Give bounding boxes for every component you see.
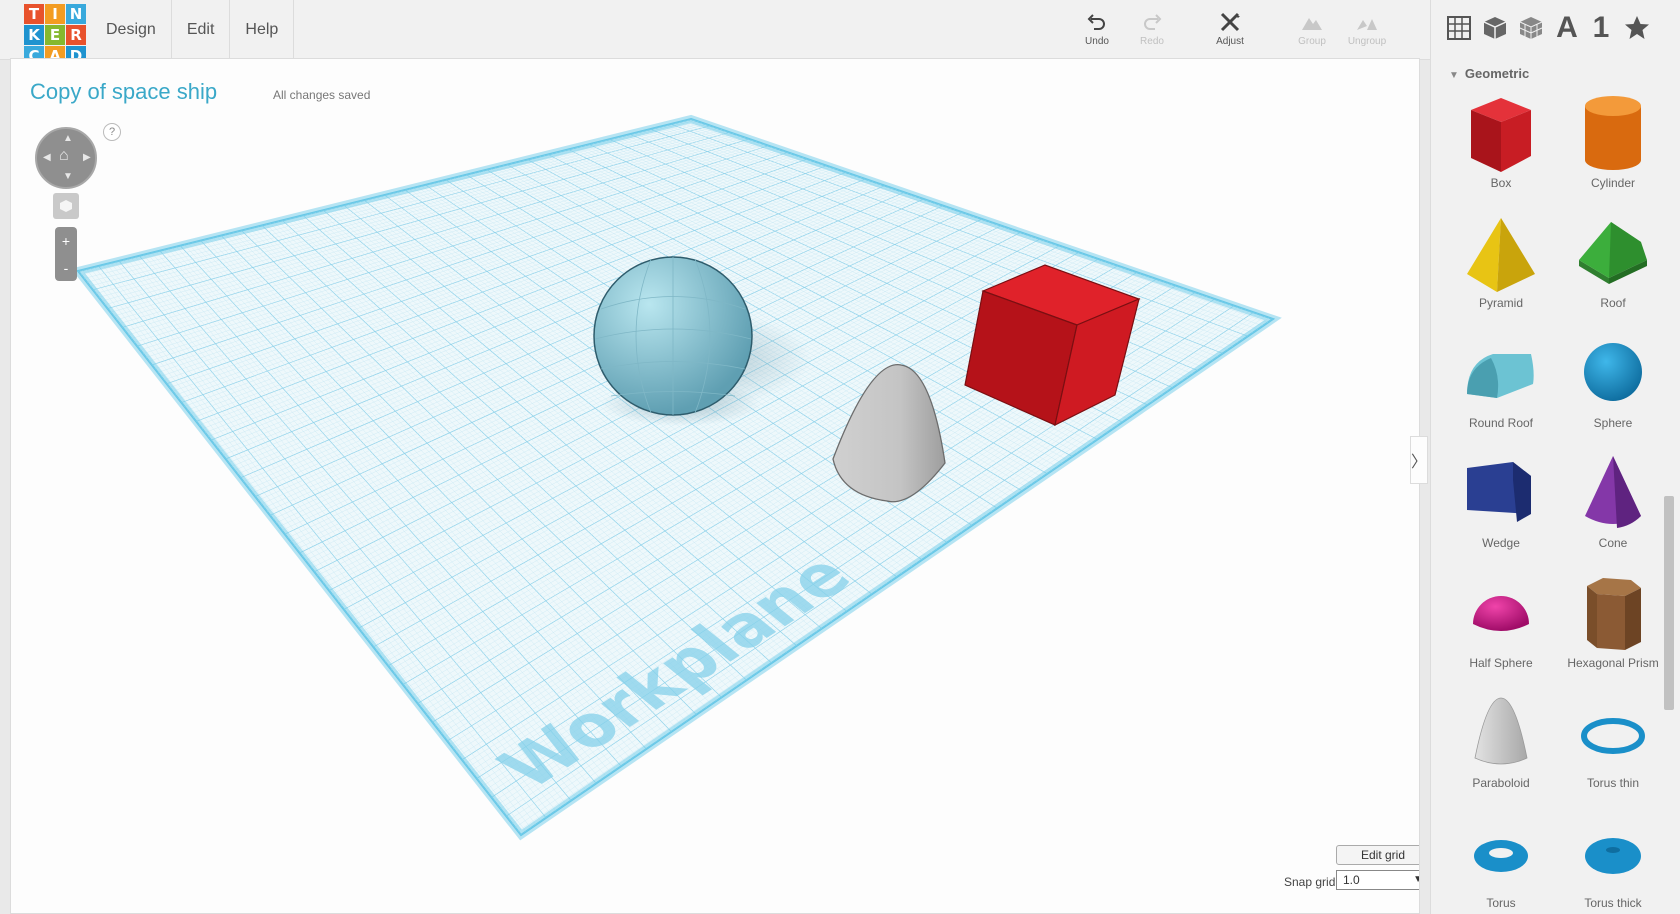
ungroup-label: Ungroup xyxy=(1347,36,1387,47)
redo-label: Redo xyxy=(1140,36,1164,47)
panel-scrollbar[interactable] xyxy=(1664,496,1674,710)
sphere-icon xyxy=(1584,343,1642,401)
logo-letter: R xyxy=(66,25,86,45)
shape-pyramid[interactable]: Pyramid xyxy=(1446,212,1556,324)
undo-button[interactable]: Undo xyxy=(1067,10,1127,50)
shape-cone[interactable]: Cone xyxy=(1558,452,1668,564)
redo-icon xyxy=(1144,14,1162,30)
view-mode-bar: A 1 xyxy=(1430,0,1680,58)
shape-roof[interactable]: Roof xyxy=(1558,212,1668,324)
wedge-icon xyxy=(1467,462,1531,522)
shape-round-roof[interactable]: Round Roof xyxy=(1446,332,1556,444)
grid-icon xyxy=(1447,16,1471,40)
logo-letter: N xyxy=(66,4,86,24)
category-label: Geometric xyxy=(1464,66,1530,81)
edit-grid-button[interactable]: Edit grid xyxy=(1336,845,1419,865)
zoom-control: + - xyxy=(55,227,77,281)
cylinder-icon xyxy=(1585,96,1641,170)
hexagonal-prism-icon xyxy=(1587,578,1641,650)
zoom-out-button[interactable]: - xyxy=(55,254,77,281)
orbit-down-icon[interactable]: ▼ xyxy=(63,171,73,182)
cube-icon xyxy=(1483,17,1507,39)
favorites-button[interactable] xyxy=(1621,12,1653,44)
logo-letter: T xyxy=(24,4,44,24)
pyramid-icon xyxy=(1467,218,1535,292)
snap-grid-value: 1.0 xyxy=(1343,873,1360,887)
box-icon xyxy=(1471,98,1531,172)
menu-edit[interactable]: Edit xyxy=(172,0,231,60)
torus-thick-icon xyxy=(1585,838,1641,874)
workplane-view-button[interactable] xyxy=(1443,12,1475,44)
main-menu: Design Edit Help xyxy=(91,0,295,60)
tinkercad-logo[interactable]: T I N K E R C A D xyxy=(24,4,86,66)
ungroup-icon xyxy=(1357,19,1377,30)
cone-icon xyxy=(1585,456,1641,528)
ortho-view-button[interactable] xyxy=(53,193,79,219)
shapes-panel: ▼ Geometric Box Cylinder Pyramid Roof Rou… xyxy=(1430,58,1680,914)
text-shapes-button[interactable]: A xyxy=(1551,11,1583,44)
top-bar: T I N K E R C A D Design Edit Help Undo … xyxy=(0,0,1680,66)
group-icon xyxy=(1302,18,1322,30)
snap-grid-select[interactable]: 1.0 ▼ xyxy=(1336,870,1419,890)
shape-torus[interactable]: Torus xyxy=(1446,812,1556,914)
group-button[interactable]: Group xyxy=(1282,10,1342,50)
orbit-left-icon[interactable]: ◀ xyxy=(43,152,51,163)
panel-collapse-tab[interactable]: 〉 xyxy=(1410,436,1428,484)
snap-grid-label: Snap grid xyxy=(1284,875,1336,889)
design-title[interactable]: Copy of space ship xyxy=(30,79,217,105)
wireframe-cube-button[interactable] xyxy=(1515,12,1547,44)
shape-hexagonal-prism[interactable]: Hexagonal Prism xyxy=(1558,572,1668,684)
scene-sphere[interactable] xyxy=(593,256,753,416)
basic-shapes-button[interactable] xyxy=(1479,12,1511,44)
shape-wedge[interactable]: Wedge xyxy=(1446,452,1556,564)
undo-label: Undo xyxy=(1085,36,1109,47)
group-label: Group xyxy=(1298,36,1326,47)
view-navigation-control[interactable]: ▲ ▼ ◀ ▶ ⌂ xyxy=(35,127,97,189)
shape-torus-thick[interactable]: Torus thick xyxy=(1558,812,1668,914)
ungroup-button[interactable]: Ungroup xyxy=(1337,10,1397,50)
adjust-icon xyxy=(1220,12,1240,32)
roof-icon xyxy=(1579,222,1647,284)
shape-box[interactable]: Box xyxy=(1446,92,1556,204)
menu-help[interactable]: Help xyxy=(230,0,295,60)
chevron-down-icon: ▼ xyxy=(1413,874,1419,885)
shape-sphere[interactable]: Sphere xyxy=(1558,332,1668,444)
help-icon[interactable]: ? xyxy=(103,123,121,141)
ortho-cube-icon xyxy=(60,200,72,212)
adjust-label: Adjust xyxy=(1216,36,1244,47)
save-status: All changes saved xyxy=(273,88,371,102)
torus-icon xyxy=(1474,840,1528,872)
shape-torus-thin[interactable]: Torus thin xyxy=(1558,692,1668,804)
chevron-right-icon: 〉 xyxy=(1411,454,1428,471)
wire-cube-icon xyxy=(1519,17,1543,39)
workplane[interactable]: Workplane xyxy=(71,114,1282,841)
orbit-up-icon[interactable]: ▲ xyxy=(63,133,73,144)
paraboloid-icon xyxy=(1474,697,1528,765)
design-canvas[interactable]: Workplane Copy of space ship All changes… xyxy=(10,58,1420,914)
logo-letter: I xyxy=(45,4,65,24)
orbit-right-icon[interactable]: ▶ xyxy=(83,152,91,163)
star-icon xyxy=(1625,16,1649,39)
half-sphere-icon xyxy=(1473,596,1529,631)
logo-letter: K xyxy=(24,25,44,45)
torus-thin-icon xyxy=(1581,718,1645,754)
zoom-in-button[interactable]: + xyxy=(55,227,77,254)
shape-paraboloid[interactable]: Paraboloid xyxy=(1446,692,1556,804)
number-shapes-button[interactable]: 1 xyxy=(1585,11,1617,44)
round-roof-icon xyxy=(1467,354,1534,398)
shape-cylinder[interactable]: Cylinder xyxy=(1558,92,1668,204)
shape-half-sphere[interactable]: Half Sphere xyxy=(1446,572,1556,684)
logo-letter: E xyxy=(45,25,65,45)
category-header[interactable]: ▼ Geometric xyxy=(1449,66,1529,81)
menu-design[interactable]: Design xyxy=(91,0,172,60)
redo-button[interactable]: Redo xyxy=(1122,10,1182,50)
home-icon[interactable]: ⌂ xyxy=(59,147,69,165)
collapse-triangle-icon: ▼ xyxy=(1449,70,1459,81)
adjust-button[interactable]: Adjust xyxy=(1200,10,1260,50)
undo-icon xyxy=(1087,14,1105,30)
3d-scene[interactable]: Workplane xyxy=(11,59,1420,914)
